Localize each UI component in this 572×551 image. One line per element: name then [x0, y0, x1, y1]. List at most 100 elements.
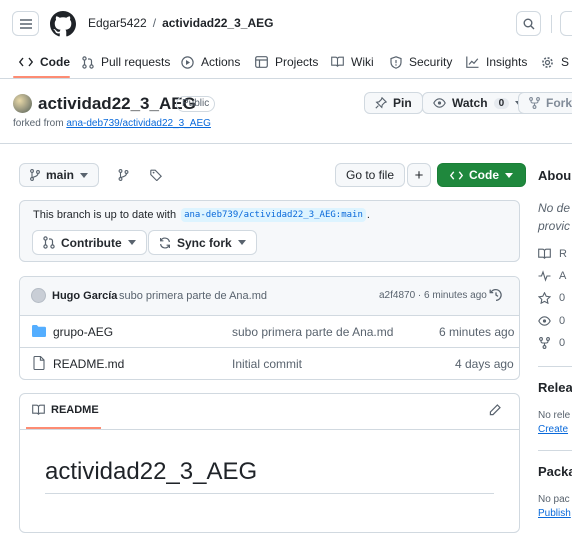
- file-name-grupo-aeg[interactable]: grupo-AEG: [53, 325, 113, 339]
- sidebar-stat-readme[interactable]: R: [538, 248, 567, 260]
- tags-button[interactable]: [147, 166, 165, 184]
- packages-text: No pac: [538, 494, 570, 505]
- forked-from-link[interactable]: ana-deb739/actividad22_3_AEG: [66, 118, 211, 129]
- branch-status-prefix: This branch is up to date with: [33, 209, 177, 221]
- packages-title[interactable]: Packa: [538, 464, 572, 479]
- sync-fork-button[interactable]: Sync fork: [148, 230, 257, 255]
- sidebar-divider: [538, 450, 572, 451]
- branch-name: main: [46, 168, 75, 182]
- history-button[interactable]: [489, 288, 503, 302]
- tab-projects-label: Projects: [275, 55, 319, 69]
- hamburger-button[interactable]: [12, 11, 39, 36]
- tab-insights[interactable]: Insights: [466, 52, 527, 72]
- file-commit-message[interactable]: subo primera parte de Ana.md: [232, 325, 393, 339]
- breadcrumb: Edgar5422 / actividad22_3_AEG: [88, 16, 273, 30]
- readme-tab[interactable]: README: [32, 404, 99, 416]
- tab-settings-label: S: [561, 55, 570, 69]
- eye-icon: [433, 98, 446, 108]
- add-file-button[interactable]: +: [407, 163, 431, 187]
- book-icon: [32, 404, 45, 415]
- forked-from-prefix: forked from: [13, 118, 67, 129]
- sidebar-stat-activity[interactable]: A: [538, 270, 566, 282]
- about-description-line-1: No de: [538, 201, 571, 215]
- file-commit-time: 4 days ago: [455, 357, 514, 371]
- sidebar-stat-stars[interactable]: 0: [538, 292, 565, 304]
- search-icon: [523, 18, 534, 29]
- contribute-label: Contribute: [61, 235, 122, 250]
- branch-icon: [30, 169, 40, 181]
- about-description: No de provic: [538, 199, 570, 235]
- releases-text: No rele: [538, 410, 571, 421]
- branch-status-text: This branch is up to date with ana-deb73…: [33, 208, 370, 222]
- chevron-down-icon: [505, 172, 513, 178]
- play-icon: [181, 55, 194, 69]
- copilot-button[interactable]: [560, 11, 572, 36]
- readme-tab-label: README: [51, 404, 99, 416]
- sidebar-stat-forks-count: 0: [559, 337, 566, 349]
- sidebar-stat-forks[interactable]: 0: [538, 337, 565, 349]
- tab-projects[interactable]: Projects: [255, 52, 318, 72]
- pin-label: Pin: [393, 96, 412, 110]
- search-button[interactable]: [516, 11, 541, 36]
- book-icon: [538, 248, 551, 259]
- about-title: Abou: [538, 168, 572, 183]
- tab-pull-requests[interactable]: Pull requests: [82, 52, 170, 72]
- star-icon: [538, 292, 551, 304]
- fork-icon: [539, 337, 550, 349]
- breadcrumb-owner[interactable]: Edgar5422: [88, 16, 147, 30]
- file-commit-message[interactable]: Initial commit: [232, 357, 302, 371]
- pencil-icon: [489, 404, 501, 416]
- contribute-button[interactable]: Contribute: [32, 230, 147, 255]
- fork-button[interactable]: Fork: [518, 92, 572, 114]
- publish-package-link[interactable]: Publish: [538, 508, 571, 519]
- tab-security-label: Security: [409, 55, 453, 69]
- code-dropdown-label: Code: [469, 168, 499, 182]
- branch-select-button[interactable]: main: [19, 163, 100, 187]
- commit-author[interactable]: Hugo García: [52, 290, 117, 302]
- eye-icon: [538, 316, 551, 326]
- forked-from: forked from ana-deb739/actividad22_3_AEG: [13, 118, 211, 129]
- tab-settings[interactable]: S: [541, 52, 569, 72]
- code-dropdown-button[interactable]: Code: [437, 163, 526, 187]
- sidebar-stat-readme-label: R: [559, 248, 567, 260]
- create-release-link[interactable]: Create: [538, 424, 568, 435]
- repo-name[interactable]: actividad22_3_AEG: [38, 94, 196, 114]
- commit-hash-time[interactable]: a2f4870 · 6 minutes ago: [379, 290, 487, 301]
- commit-message[interactable]: subo primera parte de Ana.md: [119, 290, 267, 302]
- nav-divider: [0, 78, 572, 79]
- tab-actions[interactable]: Actions: [181, 52, 240, 72]
- chevron-down-icon: [127, 240, 136, 245]
- pin-button[interactable]: Pin: [364, 92, 423, 114]
- branches-button[interactable]: [114, 166, 132, 184]
- tab-security[interactable]: Security: [390, 52, 452, 72]
- sidebar-stat-stars-count: 0: [559, 292, 566, 304]
- code-icon: [19, 57, 33, 67]
- github-logo-icon[interactable]: [50, 11, 76, 37]
- readme-tab-underline: [26, 427, 101, 429]
- sidebar-stat-watchers[interactable]: 0: [538, 315, 565, 327]
- sidebar-stat-activity-label: A: [559, 270, 567, 282]
- sync-icon: [160, 236, 170, 249]
- header-bottom-divider: [0, 143, 572, 144]
- breadcrumb-repo[interactable]: actividad22_3_AEG: [162, 16, 273, 30]
- file-name-readme[interactable]: README.md: [53, 357, 124, 371]
- commit-author-avatar[interactable]: [31, 288, 46, 303]
- edit-readme-button[interactable]: [489, 404, 501, 416]
- tab-code[interactable]: Code: [19, 52, 70, 72]
- pull-request-icon: [43, 236, 55, 249]
- go-to-file-button[interactable]: Go to file: [335, 163, 406, 187]
- code-icon: [450, 170, 463, 180]
- branch-status-suffix: .: [366, 209, 370, 221]
- branch-status-ref[interactable]: ana-deb739/actividad22_3_AEG:main: [181, 208, 366, 222]
- releases-title[interactable]: Relea: [538, 380, 572, 395]
- table-icon: [255, 56, 268, 68]
- go-to-file-label: Go to file: [346, 168, 395, 182]
- fork-label: Fork: [546, 96, 572, 110]
- sidebar-stat-watchers-count: 0: [559, 315, 566, 327]
- tab-wiki[interactable]: Wiki: [331, 52, 374, 72]
- graph-icon: [466, 56, 479, 68]
- chevron-down-icon: [80, 172, 89, 178]
- chevron-down-icon: [237, 240, 246, 245]
- owner-avatar[interactable]: [13, 94, 32, 113]
- tab-code-label: Code: [40, 55, 70, 69]
